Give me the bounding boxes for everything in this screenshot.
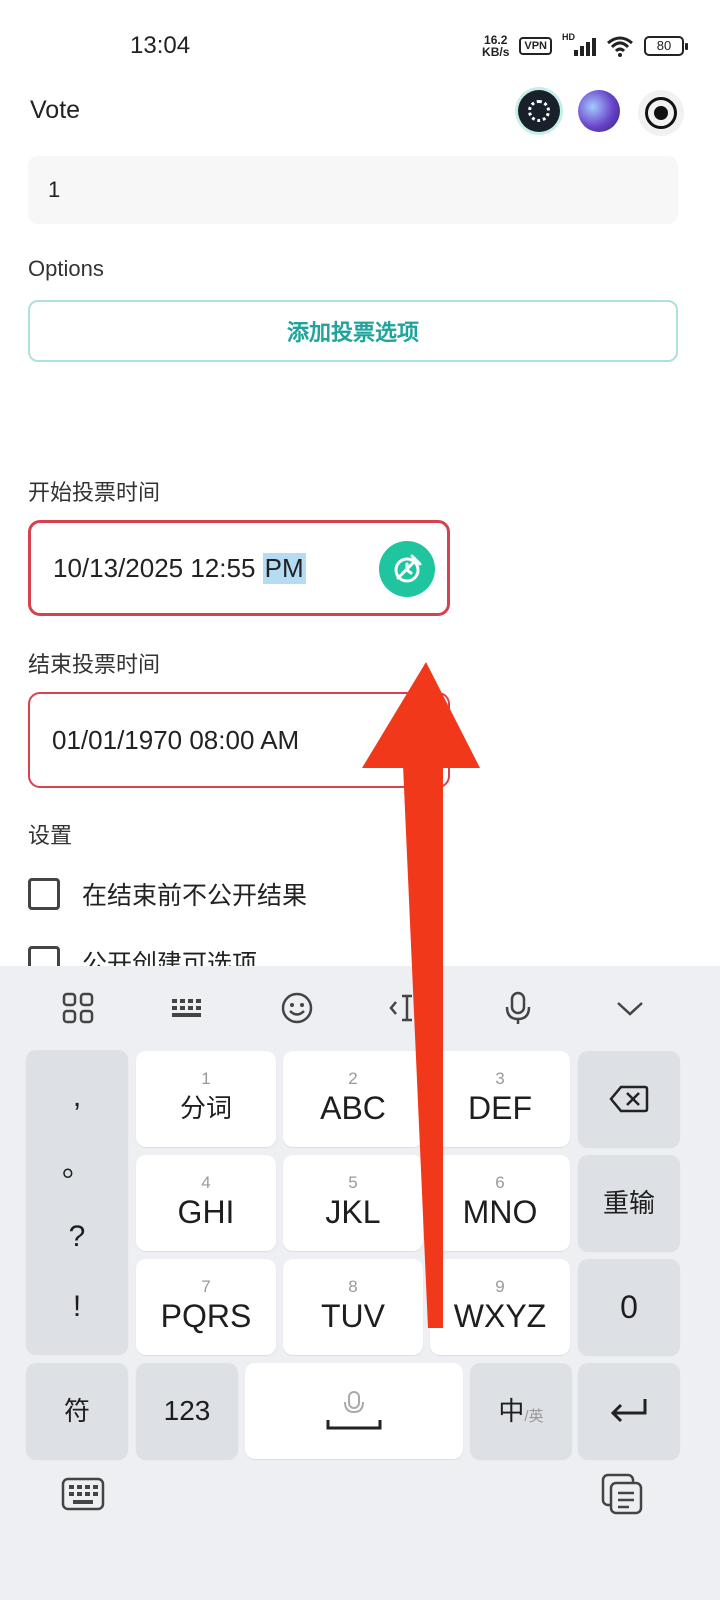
header-actions	[518, 90, 684, 136]
key-number: 7	[201, 1277, 211, 1296]
key-label: GHI	[177, 1194, 235, 1230]
net-speed-unit: KB/s	[482, 45, 510, 59]
checkbox[interactable]	[28, 878, 60, 910]
signal-icon: HD	[562, 32, 596, 56]
key-label: MNO	[462, 1194, 538, 1230]
symbols-key[interactable]: 符	[26, 1363, 128, 1459]
key-number: 5	[348, 1173, 358, 1192]
hd-label: HD	[562, 32, 575, 42]
wifi-icon	[607, 36, 633, 57]
key-0[interactable]: 0	[578, 1259, 680, 1355]
punct-exclaim[interactable]: !	[73, 1292, 81, 1322]
page-title: Vote	[30, 96, 81, 124]
emoji-icon[interactable]	[277, 988, 317, 1028]
enter-key[interactable]	[578, 1363, 680, 1459]
enter-icon	[610, 1399, 647, 1423]
key-number: 2	[348, 1069, 358, 1088]
key-8[interactable]: 8 TUV	[283, 1259, 423, 1355]
key-number: 3	[495, 1069, 505, 1088]
backspace-key[interactable]	[578, 1051, 680, 1147]
status-bar: 13:04 16.2 KB/s VPN HD 80	[0, 0, 720, 90]
battery-icon: 80	[644, 36, 688, 56]
punct-comma[interactable]: ,	[73, 1082, 81, 1112]
keyboard-toolbar	[0, 966, 720, 1046]
key-label: 0	[620, 1289, 638, 1325]
end-time-label: 结束投票时间	[28, 652, 161, 677]
backspace-icon	[609, 1085, 649, 1113]
punct-question[interactable]: ?	[69, 1222, 86, 1252]
status-icons: 16.2 KB/s VPN HD 80	[482, 32, 688, 58]
space-mic-icon	[326, 1391, 382, 1430]
key-number: 8	[348, 1277, 358, 1296]
key-1[interactable]: 1 分词	[136, 1051, 276, 1147]
keyboard-switch-icon[interactable]	[60, 1471, 106, 1517]
key-label: 符	[63, 1396, 90, 1426]
key-label: TUV	[321, 1298, 385, 1334]
key-3[interactable]: 3 DEF	[430, 1051, 570, 1147]
setting-hide-results[interactable]: 在结束前不公开结果	[28, 876, 307, 912]
start-time-input[interactable]: 10/13/2025 12:55 PM	[28, 520, 450, 616]
space-key[interactable]	[245, 1363, 463, 1459]
status-time: 13:04	[130, 32, 191, 59]
key-label: 重输	[602, 1188, 655, 1218]
start-time-selected: PM	[262, 552, 306, 584]
settings-label: 设置	[28, 823, 73, 848]
key-sublabel: /英	[524, 1407, 544, 1425]
key-label: 123	[163, 1395, 211, 1426]
record-icon[interactable]	[638, 90, 684, 136]
collapse-icon[interactable]	[610, 988, 650, 1028]
options-label: Options	[28, 256, 104, 281]
key-label: PQRS	[160, 1298, 252, 1334]
clock-edit-icon[interactable]	[379, 541, 435, 597]
end-time-input[interactable]: 01/01/1970 08:00 AM	[28, 692, 450, 788]
setting-label: 在结束前不公开结果	[82, 882, 308, 910]
key-9[interactable]: 9 WXYZ	[430, 1259, 570, 1355]
vote-title-input[interactable]: 1	[28, 156, 678, 224]
key-label: 中	[498, 1396, 525, 1426]
reinput-key[interactable]: 重输	[578, 1155, 680, 1251]
key-label: 分词	[179, 1093, 232, 1123]
clipboard-icon[interactable]	[600, 1471, 646, 1517]
add-option-button[interactable]: 添加投票选项	[28, 300, 678, 362]
key-label: JKL	[325, 1194, 381, 1230]
key-4[interactable]: 4 GHI	[136, 1155, 276, 1251]
key-number: 9	[495, 1277, 505, 1296]
grid-icon[interactable]	[58, 988, 98, 1028]
start-time-value: 10/13/2025 12:55	[53, 552, 263, 583]
key-number: 1	[201, 1069, 211, 1088]
ime-keyboard: , 。 ? ! 1 分词 2 ABC 3 DEF 4 GHI 5 JKL 6 M…	[0, 966, 720, 1600]
key-number: 6	[495, 1173, 505, 1192]
key-label: WXYZ	[453, 1298, 547, 1334]
keyboard-icon[interactable]	[167, 988, 207, 1028]
key-label: DEF	[468, 1090, 532, 1126]
key-number: 4	[201, 1173, 211, 1192]
key-2[interactable]: 2 ABC	[283, 1051, 423, 1147]
key-label: ABC	[320, 1090, 386, 1126]
punct-period[interactable]: 。	[62, 1152, 92, 1182]
key-7[interactable]: 7 PQRS	[136, 1259, 276, 1355]
numbers-key[interactable]: 123	[136, 1363, 238, 1459]
start-time-label: 开始投票时间	[28, 480, 161, 505]
net-speed: 16.2 KB/s	[482, 34, 509, 58]
end-time-value: 01/01/1970 08:00 AM	[52, 724, 300, 755]
dots-app-icon[interactable]	[518, 90, 560, 132]
key-6[interactable]: 6 MNO	[430, 1155, 570, 1251]
lang-switch-key[interactable]: 中/英	[470, 1363, 572, 1459]
punctuation-column[interactable]: , 。 ? !	[26, 1050, 128, 1354]
cursor-icon[interactable]	[385, 988, 425, 1028]
galaxy-avatar-icon[interactable]	[578, 90, 620, 132]
mic-icon[interactable]	[498, 988, 538, 1028]
vpn-icon: VPN	[519, 37, 552, 55]
key-5[interactable]: 5 JKL	[283, 1155, 423, 1251]
